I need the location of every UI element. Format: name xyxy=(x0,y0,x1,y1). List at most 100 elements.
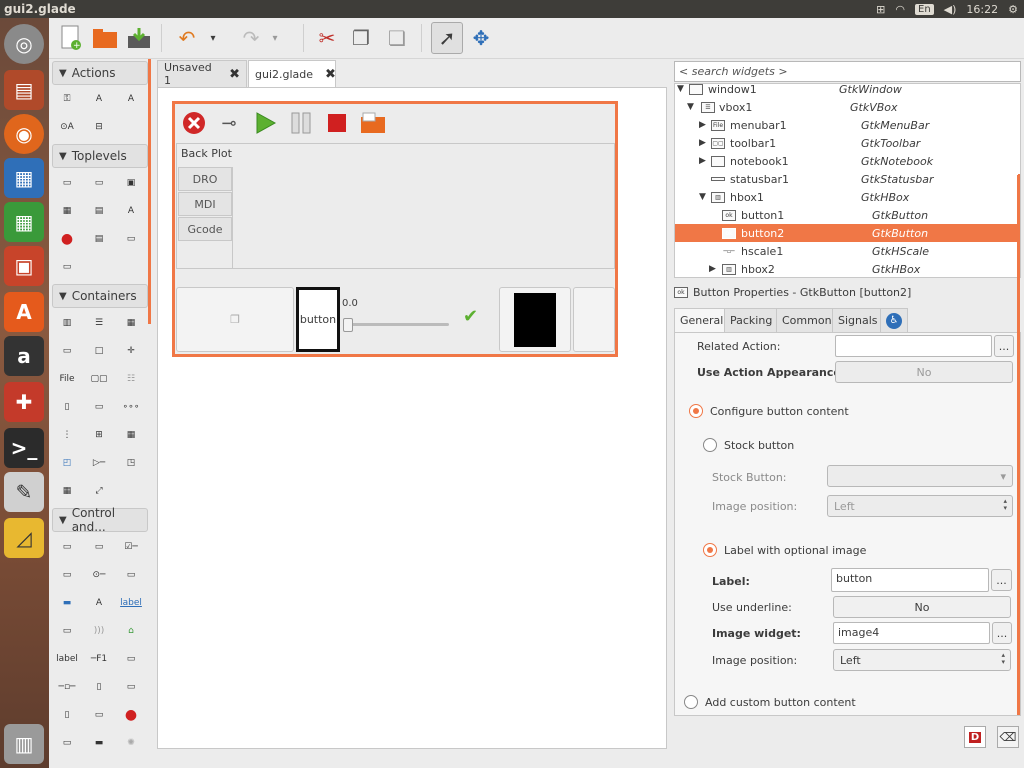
gear-icon[interactable]: ⚙ xyxy=(1008,3,1018,16)
tree-row-hscale1[interactable]: ─▫─ hscale1 GtkHScale xyxy=(675,242,1020,260)
drag-resize-icon[interactable]: ✥ xyxy=(465,22,497,54)
fixed-icon[interactable]: ✛ xyxy=(121,343,141,359)
tree-row-notebook1[interactable]: ▶ notebook1 GtkNotebook xyxy=(675,152,1020,170)
check-button-icon[interactable]: ☑─ xyxy=(121,539,141,555)
toolbar-icon[interactable]: ▢▢ xyxy=(89,371,109,387)
scale-button-icon[interactable]: ▭ xyxy=(57,623,77,639)
label-ellipsis-button[interactable]: ... xyxy=(991,569,1012,591)
expander-icon[interactable]: ▷─ xyxy=(89,455,109,471)
tab-gui2-glade[interactable]: gui2.glade ✖ xyxy=(248,60,336,87)
add-custom-content-radio[interactable] xyxy=(684,695,698,709)
tab-accessibility[interactable]: ♿ xyxy=(880,308,908,332)
properties-scrollbar[interactable] xyxy=(1017,175,1020,715)
alignment-icon[interactable]: ⤢ xyxy=(89,483,109,499)
expander-right-icon[interactable]: ▶ xyxy=(709,264,716,274)
clear-icon[interactable]: ⌫ xyxy=(997,726,1019,748)
text-editor-icon[interactable]: ✎ xyxy=(4,472,44,512)
notebook-tab-gcode[interactable]: Gcode xyxy=(178,217,232,241)
message-dialog-icon[interactable]: ● xyxy=(57,231,77,247)
search-widgets-input[interactable]: < search widgets > xyxy=(674,61,1021,82)
spinner-icon[interactable]: ✺ xyxy=(121,735,141,751)
expander-down-icon[interactable]: ▼ xyxy=(677,84,684,94)
firefox-icon[interactable]: ◉ xyxy=(4,114,44,154)
redo-dropdown-icon[interactable]: ▾ xyxy=(267,22,283,54)
window-icon[interactable]: ▭ xyxy=(57,175,77,191)
volume-icon[interactable]: ◀) xyxy=(944,3,957,16)
action-icon[interactable]: ⚿ xyxy=(57,91,77,107)
toggle-action-icon[interactable]: A xyxy=(89,91,109,107)
link-button-icon[interactable]: label xyxy=(120,595,142,611)
hscrollbar-icon[interactable]: ▭ xyxy=(121,679,141,695)
pause-icon[interactable] xyxy=(288,110,314,136)
image-widget-ellipsis-button[interactable]: ... xyxy=(992,622,1012,644)
tree-row-statusbar1[interactable]: statusbar1 GtkStatusbar xyxy=(675,170,1020,188)
toggle-button-icon[interactable]: ▭ xyxy=(89,539,109,555)
stop-square-icon[interactable] xyxy=(324,110,350,136)
tree-row-button2[interactable]: ok button2 GtkButton xyxy=(675,224,1020,242)
play-icon[interactable] xyxy=(252,110,278,136)
viewport-icon[interactable]: ◳ xyxy=(121,455,141,471)
writer-icon[interactable]: ▦ xyxy=(4,158,44,198)
tree-row-vbox1[interactable]: ▼ ☰ vbox1 GtkVBox xyxy=(675,98,1020,116)
combo-box-icon[interactable]: ▭ xyxy=(57,735,77,751)
undo-dropdown-icon[interactable]: ▾ xyxy=(205,22,221,54)
vpaned-icon[interactable]: ▭ xyxy=(89,399,109,415)
font-dialog-icon[interactable]: A xyxy=(121,203,141,219)
wifi-icon[interactable]: ◠ xyxy=(895,3,905,16)
offscreen-window-icon[interactable]: ▭ xyxy=(57,259,77,275)
tree-row-hbox1[interactable]: ▼ ▥ hbox1 GtkHBox xyxy=(675,188,1020,206)
palette-scrollbar[interactable] xyxy=(148,59,151,324)
tab-unsaved-1[interactable]: Unsaved 1 ✖ xyxy=(157,60,247,87)
color-button-icon[interactable]: ▬ xyxy=(57,595,77,611)
scrolled-window-icon[interactable]: ▦ xyxy=(57,483,77,499)
open-folder-icon[interactable] xyxy=(360,110,386,136)
expander-right-icon[interactable]: ▶ xyxy=(699,120,706,130)
hbox-button-empty[interactable] xyxy=(573,287,615,352)
label-widget-icon[interactable]: label xyxy=(56,651,78,667)
hbox-button2[interactable]: button xyxy=(296,287,340,352)
vscale-icon[interactable]: ▯ xyxy=(89,679,109,695)
vbox-icon[interactable]: ☰ xyxy=(89,315,109,331)
palette-group-toplevels[interactable]: ▼ Toplevels xyxy=(52,144,148,168)
redo-icon[interactable]: ↷ xyxy=(235,22,267,54)
tab-signals[interactable]: Signals xyxy=(832,308,884,332)
use-action-appearance-toggle[interactable]: No xyxy=(835,361,1013,383)
close-icon[interactable]: ✖ xyxy=(325,67,336,82)
notebook-icon[interactable]: ▭ xyxy=(57,343,77,359)
pointer-icon[interactable]: ➚ xyxy=(431,22,463,54)
software-center-icon[interactable]: A xyxy=(4,292,44,332)
clock[interactable]: 16:22 xyxy=(966,3,998,16)
settings-icon[interactable]: ✚ xyxy=(4,382,44,422)
assistant-icon[interactable]: ▭ xyxy=(121,231,141,247)
expander-down-icon[interactable]: ▼ xyxy=(687,102,694,112)
about-dialog-icon[interactable]: ▣ xyxy=(121,175,141,191)
expander-down-icon[interactable]: ▼ xyxy=(699,192,706,202)
image-position-combo-disabled[interactable]: Left ▴ ▾ xyxy=(827,495,1013,517)
entry-icon[interactable]: ▭ xyxy=(121,651,141,667)
tree-row-toolbar1[interactable]: ▶ ▢▢ toolbar1 GtkToolbar xyxy=(675,134,1020,152)
ubuntu-icon[interactable]: ◎ xyxy=(4,24,44,64)
keyboard-layout-indicator[interactable]: En xyxy=(915,3,934,15)
hbox-button-black[interactable] xyxy=(499,287,571,352)
notebook-tab-dro[interactable]: DRO xyxy=(178,167,232,191)
open-folder-icon[interactable] xyxy=(89,22,121,54)
error-icon[interactable]: ● xyxy=(121,707,141,723)
image-position-combo[interactable]: Left ▴ ▾ xyxy=(833,649,1011,671)
accel-label-icon[interactable]: ─F1 xyxy=(89,651,109,667)
notebook-tab-mdi[interactable]: MDI xyxy=(178,192,232,216)
save-icon[interactable] xyxy=(123,22,155,54)
button-widget-icon[interactable]: ▭ xyxy=(57,539,77,555)
notebook-tab-back-plot[interactable]: Back Plot xyxy=(181,147,232,160)
font-button-icon[interactable]: A xyxy=(89,595,109,611)
close-icon[interactable]: ✖ xyxy=(229,67,240,82)
tree-row-menubar1[interactable]: ▶ File menubar1 GtkMenuBar xyxy=(675,116,1020,134)
action-group-icon[interactable]: ⊟ xyxy=(89,119,109,135)
hscale-handle[interactable] xyxy=(343,318,353,332)
paste-icon[interactable]: ❏ xyxy=(381,22,413,54)
label-optional-image-radio[interactable] xyxy=(703,543,717,557)
color-selection-icon[interactable]: ▦ xyxy=(57,203,77,219)
progress-bar-icon[interactable]: ▭ xyxy=(89,707,109,723)
terminal-icon[interactable]: >_ xyxy=(4,428,44,468)
recent-action-icon[interactable]: ⊙A xyxy=(57,119,77,135)
undo-icon[interactable]: ↶ xyxy=(171,22,203,54)
